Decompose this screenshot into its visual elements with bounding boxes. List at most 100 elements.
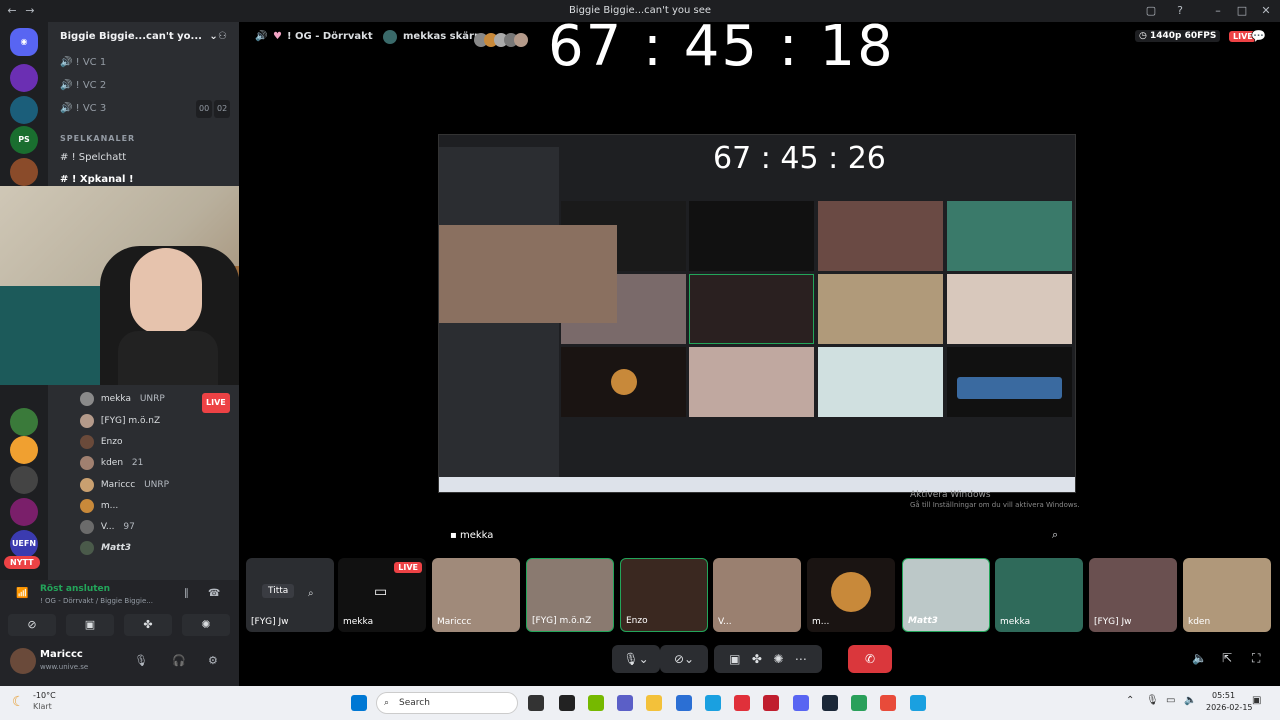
close-icon[interactable]: ✕ — [1258, 3, 1274, 19]
voice-user[interactable]: kden 21 — [80, 454, 265, 472]
windows-start-icon[interactable] — [351, 695, 367, 711]
volume-icon[interactable]: 🔈 — [1184, 695, 1196, 706]
clock-time[interactable]: 05:51 — [1212, 691, 1235, 700]
clock-date[interactable]: 2026-02-15 — [1206, 703, 1253, 712]
share-controls[interactable]: ▣ ✤ ✺ ⋯ — [714, 645, 822, 673]
mic-tray-icon[interactable]: 🎙 — [1146, 695, 1159, 706]
voice-user[interactable]: Mariccc UNRP — [80, 476, 265, 494]
server-icon[interactable] — [10, 498, 38, 526]
help-icon[interactable]: ? — [1172, 3, 1188, 19]
discord-icon[interactable] — [793, 695, 809, 711]
network-icon[interactable]: ▭ — [1166, 695, 1175, 706]
server-icon[interactable] — [10, 96, 38, 124]
noise-suppression-icon[interactable]: ∥ — [184, 588, 189, 599]
headphones-icon[interactable]: 🎧 — [172, 654, 186, 667]
invite-icon[interactable]: ⚇ — [218, 31, 227, 42]
app-icon[interactable] — [851, 695, 867, 711]
server-icon[interactable] — [10, 158, 38, 186]
edge-icon[interactable] — [910, 695, 926, 711]
store-icon[interactable] — [676, 695, 692, 711]
fullscreen-icon[interactable]: ⛶ — [1252, 651, 1260, 666]
settings-gear-icon[interactable]: ⚙ — [208, 654, 218, 667]
voice-channel-vc2[interactable]: 🔊 ! VC 2 — [60, 77, 230, 95]
chrome-icon[interactable] — [880, 695, 896, 711]
participant-tile[interactable]: Titta ⌕ [FYG] Jw — [246, 558, 334, 632]
text-channel-spelchatt[interactable]: # ! Spelchatt — [60, 149, 230, 167]
voice-channel-vc1[interactable]: 🔊 ! VC 1 — [60, 54, 230, 72]
participant-tile[interactable]: LIVE ▭ mekka — [338, 558, 426, 632]
voice-channel-name[interactable]: ! OG - Dörrvakt / Biggie Biggie... — [40, 597, 153, 605]
shared-screen[interactable]: 67 : 45 : 26 — [438, 134, 1076, 493]
signal-icon[interactable]: 📶 — [16, 588, 28, 599]
live-badge: LIVE — [202, 393, 230, 413]
chevron-down-icon: ⌄ — [209, 31, 218, 42]
nvidia-icon[interactable] — [588, 695, 604, 711]
app-icon[interactable] — [559, 695, 575, 711]
inbox-icon[interactable]: ▢ — [1143, 3, 1159, 19]
voice-user[interactable]: Matt3 — [80, 539, 265, 557]
voice-user[interactable]: m... — [80, 497, 265, 515]
zoom-icon[interactable]: ⌕ — [1052, 528, 1058, 542]
zoom-icon[interactable]: ⌕ — [308, 588, 314, 599]
server-icon[interactable] — [10, 64, 38, 92]
activities-button[interactable]: ✤ — [124, 614, 172, 636]
participant-tile[interactable]: Enzo — [620, 558, 708, 632]
microphone-icon[interactable]: 🎙 — [134, 654, 148, 667]
viewer-avatars[interactable] — [474, 29, 544, 47]
soundboard-button[interactable]: ✺ — [182, 614, 230, 636]
voice-channel-vc3[interactable]: 🔊 ! VC 3 00 02 — [60, 100, 231, 118]
weather-temp[interactable]: -10°C — [33, 691, 56, 700]
participant-tile[interactable]: m... — [807, 558, 895, 632]
activate-windows-title: Aktivera Windows — [910, 490, 991, 500]
avatar[interactable] — [10, 648, 36, 674]
taskview-icon[interactable] — [528, 695, 544, 711]
screenshare-button[interactable]: ▣ — [66, 614, 114, 636]
minimize-icon[interactable]: – — [1210, 3, 1226, 19]
inner-tile — [689, 201, 814, 271]
disconnect-icon[interactable]: ☎ — [208, 588, 220, 599]
participant-tile[interactable]: [FYG] m.ö.nZ — [526, 558, 614, 632]
activities-icon[interactable]: ✤ — [752, 652, 762, 666]
camera-button[interactable]: ⊘⌄ — [660, 645, 708, 673]
participant-tile[interactable]: Matt3 — [902, 558, 990, 632]
category-spelkanaler[interactable]: SPELKANALER — [60, 130, 230, 148]
volume-mute-icon[interactable]: 🔈 — [1192, 651, 1207, 665]
maximize-icon[interactable]: □ — [1234, 3, 1250, 19]
edge-icon[interactable] — [705, 695, 721, 711]
participant-tile[interactable]: [FYG] Jw — [1089, 558, 1177, 632]
chat-bubble-icon[interactable]: 💬 — [1251, 29, 1266, 43]
voice-user[interactable]: V... 97 — [80, 518, 265, 536]
screenshare-icon[interactable]: ▣ — [729, 652, 740, 666]
leave-call-button[interactable]: ✆ — [848, 645, 892, 673]
camera-toggle-button[interactable]: ⊘ — [8, 614, 56, 636]
tray-chevron-icon[interactable]: ⌃ — [1126, 695, 1134, 706]
server-icon[interactable] — [10, 436, 38, 464]
participant-tile[interactable]: kden — [1183, 558, 1271, 632]
app-icon[interactable] — [763, 695, 779, 711]
discord-home-icon[interactable]: ◉ — [10, 28, 38, 56]
app-icon[interactable] — [734, 695, 750, 711]
steam-icon[interactable] — [822, 695, 838, 711]
file-explorer-icon[interactable] — [646, 695, 662, 711]
participant-tile[interactable]: mekka — [995, 558, 1083, 632]
popout-icon[interactable]: ⇱ — [1222, 651, 1232, 665]
stage-channel-name[interactable]: ! OG - Dörrvakt — [287, 31, 373, 42]
server-header[interactable]: Biggie Biggie...can't yo... ⌄ — [48, 22, 239, 54]
participant-tile[interactable]: V... — [713, 558, 801, 632]
voice-user[interactable]: Enzo — [80, 433, 265, 451]
quality-icon: ◷ — [1139, 31, 1147, 41]
more-icon[interactable]: ⋯ — [795, 652, 807, 666]
voice-user[interactable]: mekka UNRP LIVE — [80, 390, 265, 413]
teams-icon[interactable] — [617, 695, 633, 711]
server-icon[interactable] — [10, 408, 38, 436]
soundboard-icon[interactable]: ✺ — [773, 652, 783, 666]
server-icon[interactable] — [10, 466, 38, 494]
taskbar-search[interactable]: ⌕ Search — [376, 692, 518, 714]
server-icon[interactable]: PS — [10, 126, 38, 154]
notification-icon[interactable]: ▣ — [1252, 695, 1261, 706]
mute-mic-button[interactable]: 🎙⌄ — [612, 645, 660, 673]
participant-tile[interactable]: Mariccc — [432, 558, 520, 632]
watch-button[interactable]: Titta — [262, 584, 295, 598]
server-icon[interactable]: UEFN — [10, 530, 38, 558]
voice-user[interactable]: [FYG] m.ö.nZ — [80, 412, 265, 430]
